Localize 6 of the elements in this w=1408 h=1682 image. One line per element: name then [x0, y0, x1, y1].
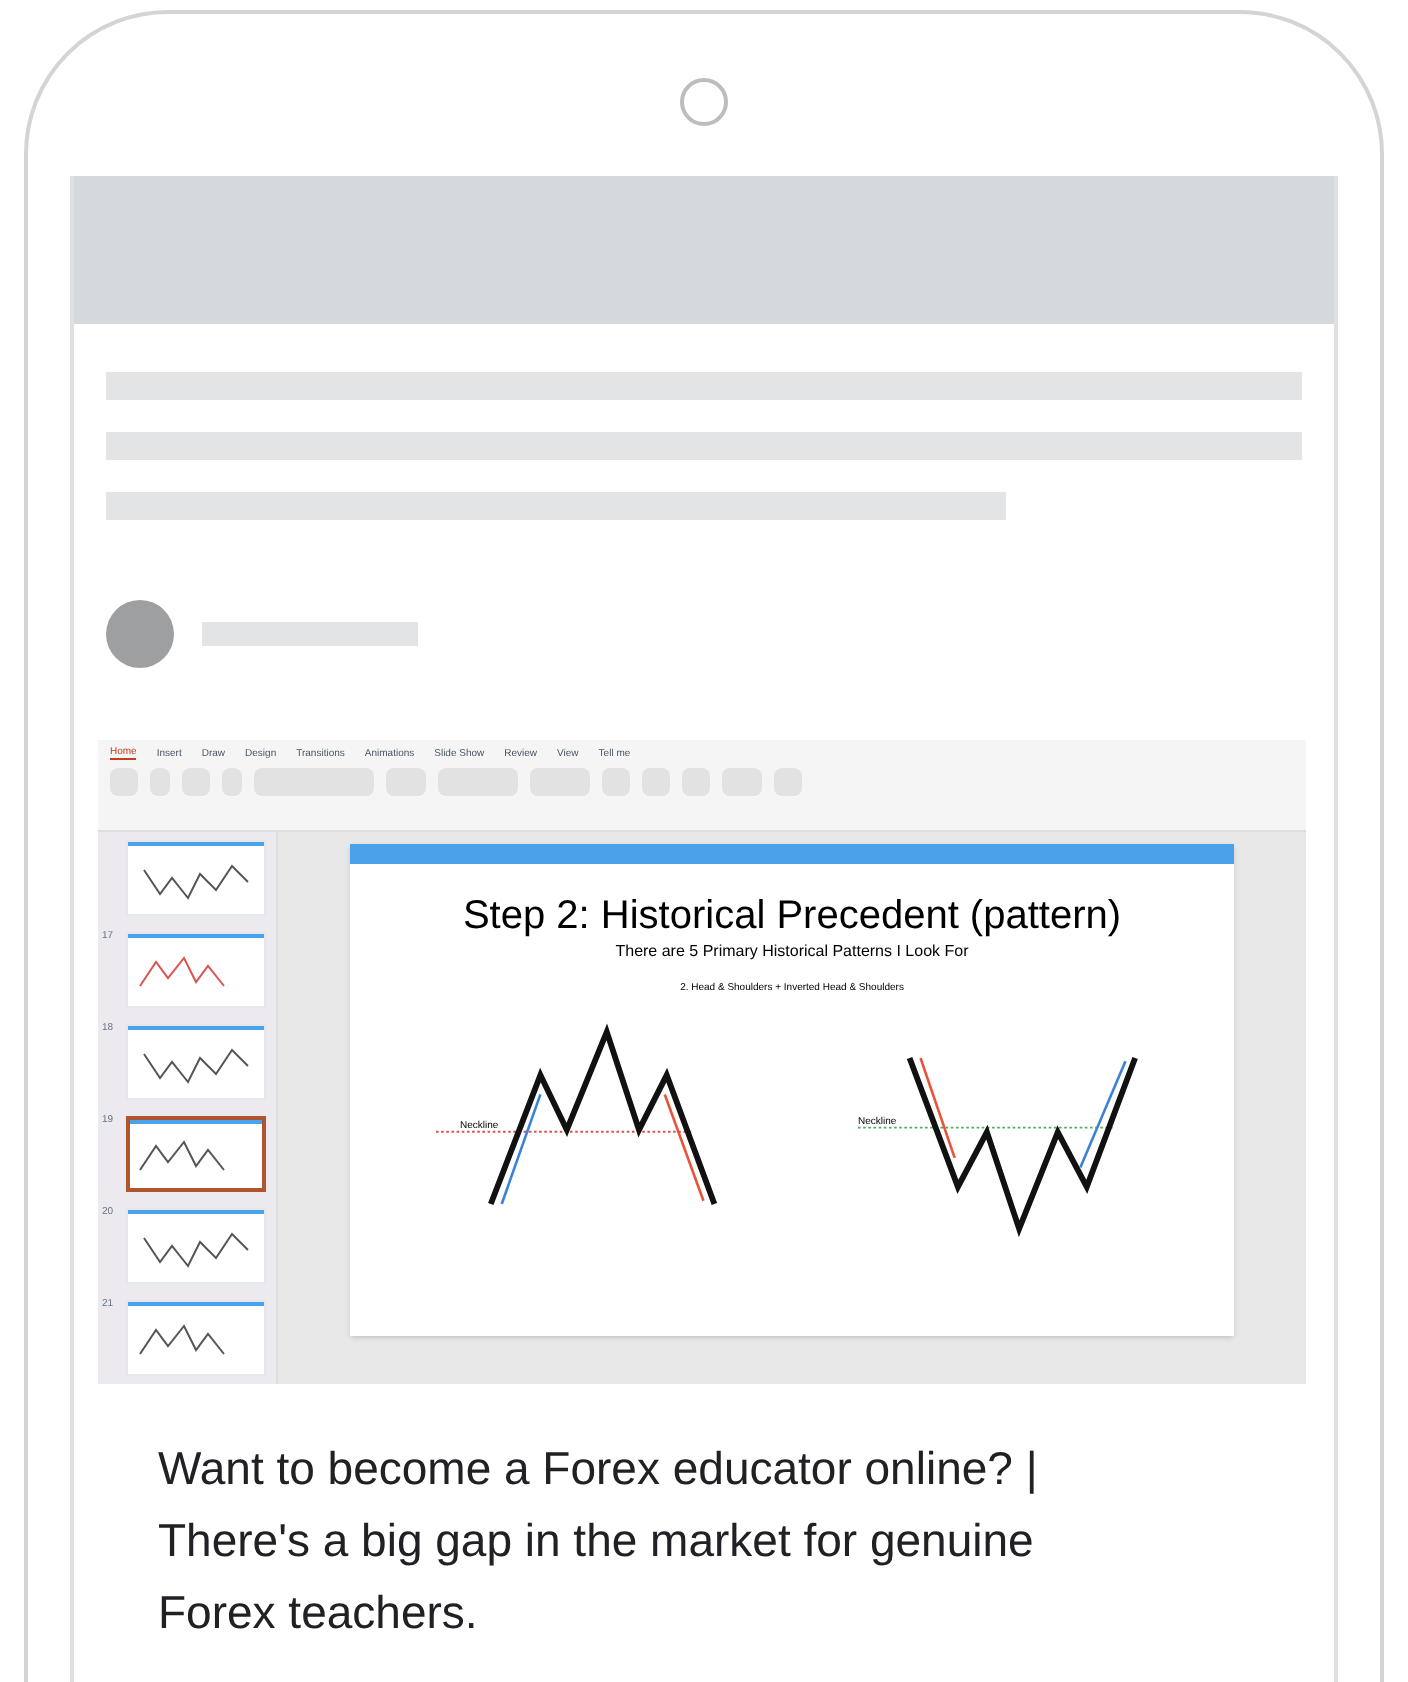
camera-icon	[680, 78, 728, 126]
slide-thumbnail[interactable]	[126, 1116, 266, 1192]
slide-subtitle: There are 5 Primary Historical Patterns I Look For	[615, 944, 969, 960]
post-title: Want to become a Forex educator online? | There's a big gap in the market for genuine Forex teachers.	[156, 1440, 1040, 1642]
slide-title: Step 2: Historical Precedent (pattern)	[462, 896, 1122, 936]
avatar	[106, 600, 174, 668]
